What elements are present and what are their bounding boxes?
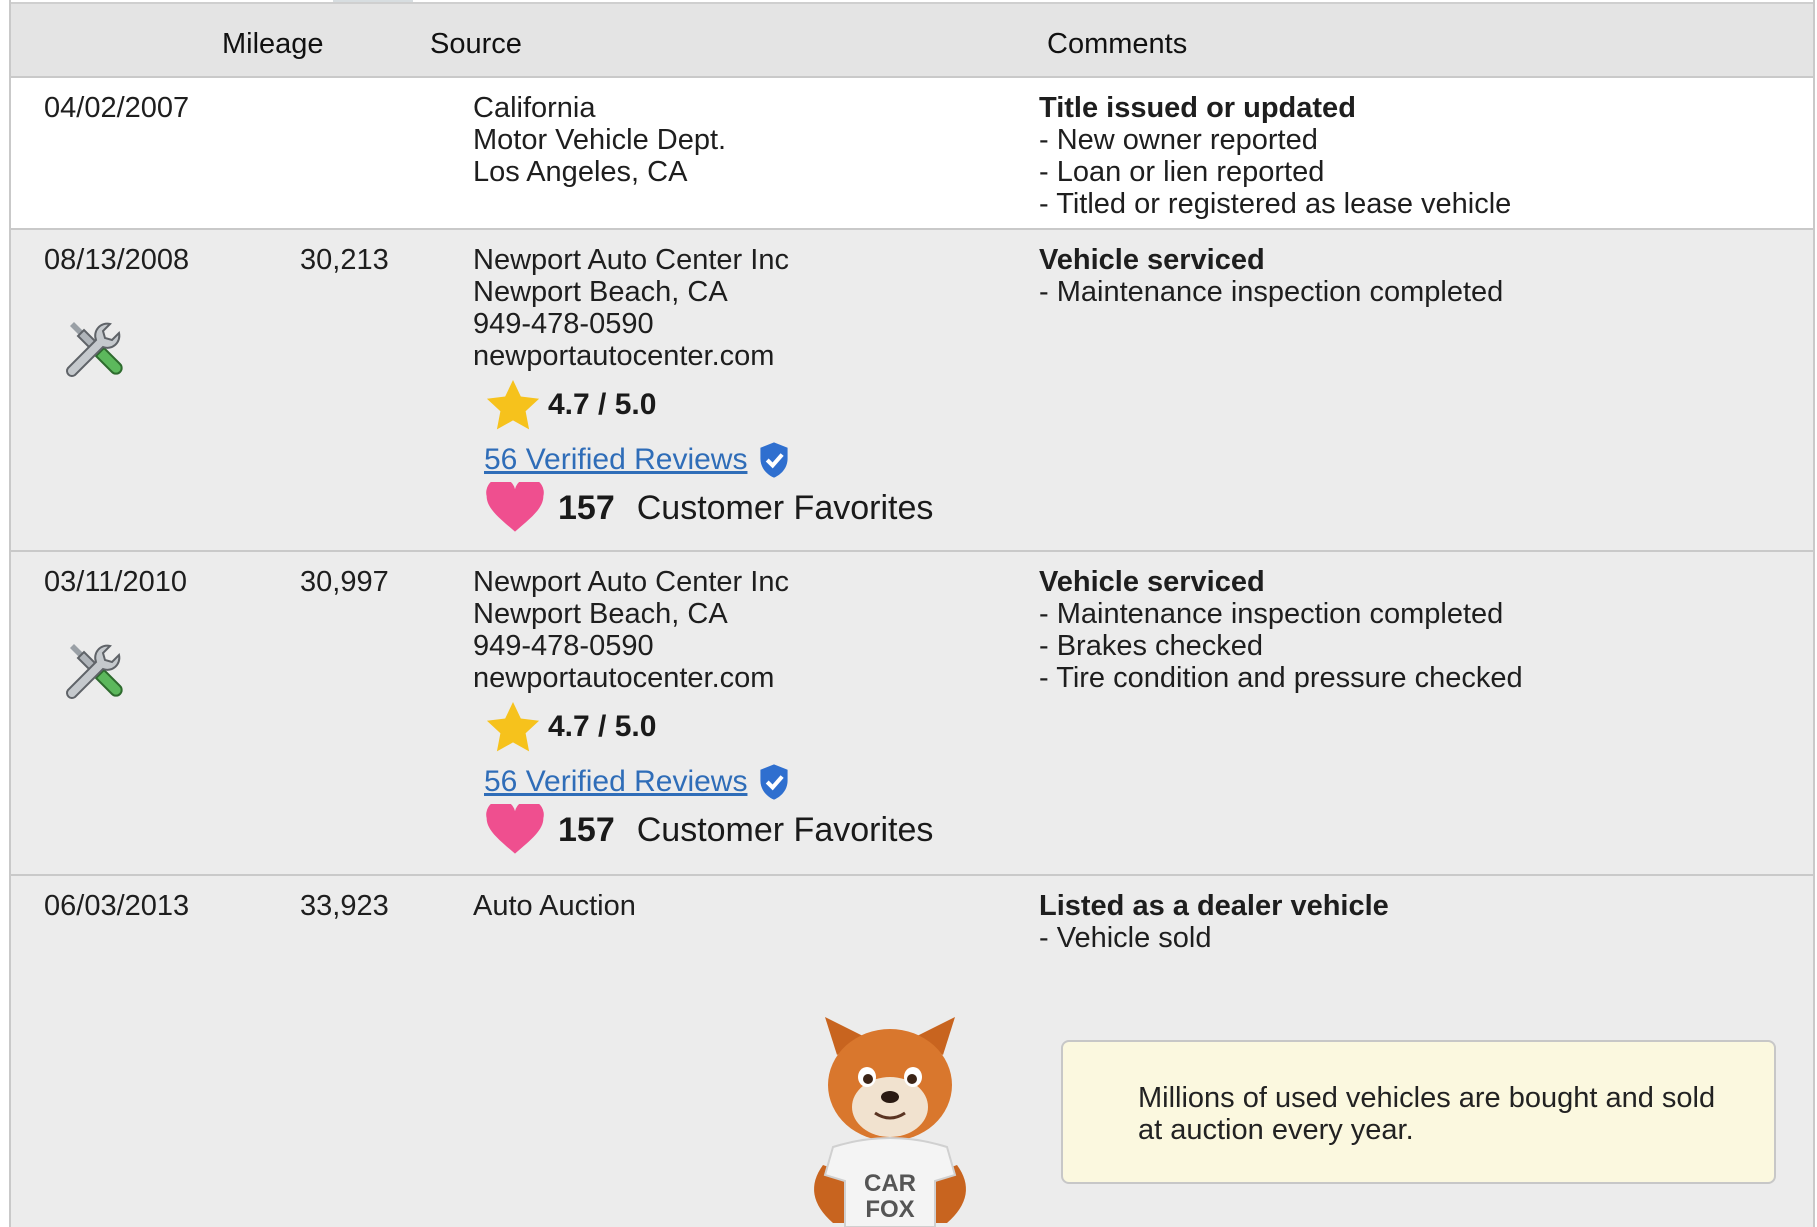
table-row: 04/02/2007 California Motor Vehicle Dept… <box>11 78 1813 230</box>
source-line: newportautocenter.com <box>473 662 775 694</box>
record-comments: Listed as a dealer vehicle - Vehicle sol… <box>1039 890 1389 954</box>
verified-reviews-link[interactable]: 56 Verified Reviews <box>484 443 747 477</box>
record-date: 04/02/2007 <box>44 92 190 124</box>
record-date: 03/11/2010 <box>44 566 187 598</box>
heart-icon <box>486 482 544 532</box>
verified-reviews-link[interactable]: 56 Verified Reviews <box>484 765 747 799</box>
service-tools-icon <box>66 644 123 699</box>
record-source: California Motor Vehicle Dept. Los Angel… <box>473 92 726 188</box>
dealer-rating: 4.7 / 5.0 <box>486 702 656 752</box>
comment-item: - Brakes checked <box>1039 630 1264 662</box>
comment-title: Title issued or updated <box>1039 92 1356 124</box>
dealer-rating: 4.7 / 5.0 <box>486 380 656 430</box>
comment-title: Vehicle serviced <box>1039 244 1265 276</box>
record-date: 06/03/2013 <box>44 890 190 922</box>
source-line: Los Angeles, CA <box>473 156 688 188</box>
comment-item: - Maintenance inspection completed <box>1039 276 1504 308</box>
record-comments: Title issued or updated - New owner repo… <box>1039 92 1511 220</box>
auction-tip-text: Millions of used vehicles are bought and… <box>1138 1082 1716 1146</box>
record-source: Auto Auction <box>473 890 636 922</box>
rating-value: 4.7 / 5.0 <box>548 388 657 421</box>
source-line: Auto Auction <box>473 890 636 922</box>
favorites-label: Customer Favorites <box>636 810 934 849</box>
star-icon <box>486 380 540 430</box>
customer-favorites: 157 Customer Favorites <box>486 482 933 534</box>
service-tools-icon <box>66 322 123 377</box>
source-line: Newport Auto Center Inc <box>473 244 789 276</box>
source-line: Motor Vehicle Dept. <box>473 124 727 156</box>
record-mileage: 33,923 <box>300 890 389 922</box>
header-comments: Comments <box>1047 28 1188 60</box>
verified-shield-icon <box>760 442 789 478</box>
heart-icon <box>486 804 544 854</box>
record-comments: Vehicle serviced - Maintenance inspectio… <box>1039 244 1503 308</box>
comment-item: - New owner reported <box>1039 124 1318 156</box>
comment-item: - Tire condition and pressure checked <box>1039 662 1523 694</box>
record-mileage: 30,997 <box>300 566 389 598</box>
source-line: Newport Beach, CA <box>473 276 728 308</box>
carfox-mascot: CAR FOX <box>814 1017 966 1227</box>
source-line: 949-478-0590 <box>473 308 654 340</box>
star-icon <box>486 702 540 752</box>
comment-title: Vehicle serviced <box>1039 566 1265 598</box>
table-row: 08/13/2008 30,213 Newport Auto Center In… <box>11 230 1813 552</box>
comment-item: - Vehicle sold <box>1039 922 1212 954</box>
source-line: newportautocenter.com <box>473 340 775 372</box>
customer-favorites: 157 Customer Favorites <box>486 804 933 856</box>
comment-item: - Titled or registered as lease vehicle <box>1039 188 1512 220</box>
record-source: Newport Auto Center Inc Newport Beach, C… <box>473 566 789 694</box>
source-line: 949-478-0590 <box>473 630 654 662</box>
comment-item: - Loan or lien reported <box>1039 156 1325 188</box>
source-line: Newport Auto Center Inc <box>473 566 789 598</box>
mascot-shirt-line1: CAR <box>864 1170 916 1197</box>
header-source: Source <box>430 28 522 60</box>
source-line: Newport Beach, CA <box>473 598 728 630</box>
favorites-label: Customer Favorites <box>636 488 934 527</box>
header-mileage: Mileage <box>222 28 324 60</box>
record-date: 08/13/2008 <box>44 244 190 276</box>
comment-item: - Maintenance inspection completed <box>1039 598 1504 630</box>
rating-value: 4.7 / 5.0 <box>548 710 657 743</box>
reviews: 56 Verified Reviews <box>484 763 791 801</box>
table-row: 03/11/2010 30,997 Newport Auto Center In… <box>11 552 1813 876</box>
record-source: Newport Auto Center Inc Newport Beach, C… <box>473 244 789 372</box>
comment-title: Listed as a dealer vehicle <box>1039 890 1389 922</box>
mascot-shirt-line2: FOX <box>865 1196 914 1223</box>
source-line: California <box>473 92 596 124</box>
record-comments: Vehicle serviced - Maintenance inspectio… <box>1039 566 1523 694</box>
table-header: Mileage Source Comments <box>11 2 1813 78</box>
record-mileage: 30,213 <box>300 244 389 276</box>
auction-tip-box: Millions of used vehicles are bought and… <box>1061 1040 1776 1184</box>
favorites-count: 157 <box>558 488 615 527</box>
verified-shield-icon <box>760 764 789 800</box>
favorites-count: 157 <box>558 810 615 849</box>
reviews: 56 Verified Reviews <box>484 441 791 479</box>
